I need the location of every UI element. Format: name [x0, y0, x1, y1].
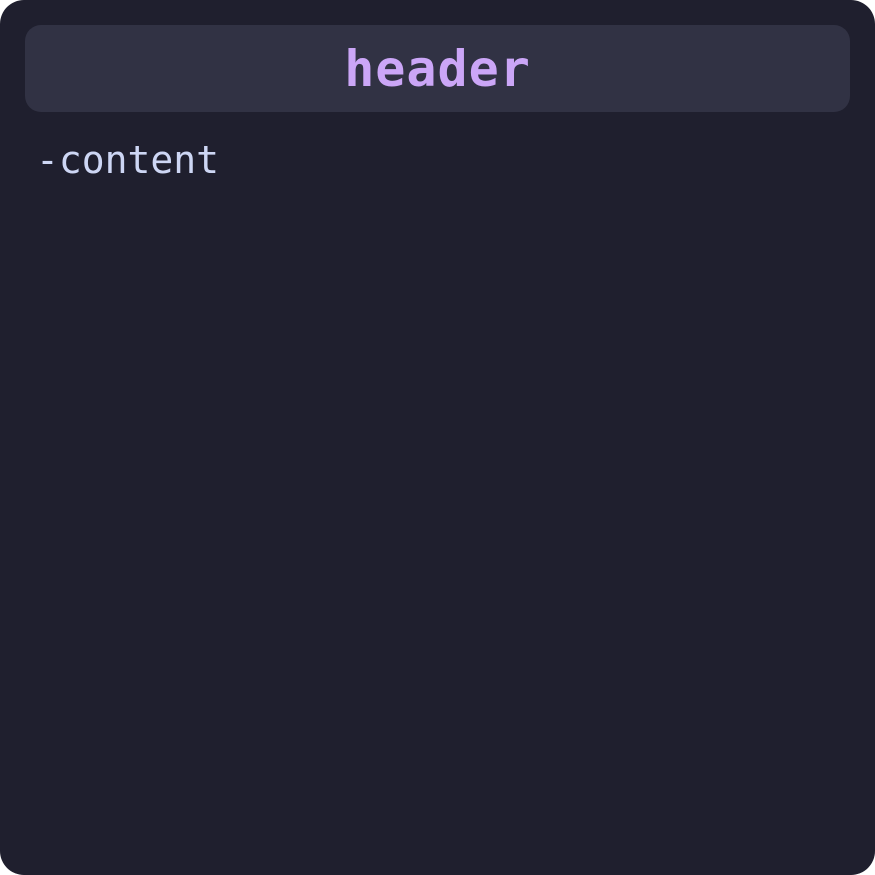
- content-line: -content: [36, 138, 220, 182]
- header-title: header: [344, 39, 531, 98]
- app-window: header -content: [0, 0, 875, 875]
- header-bar: header: [25, 25, 850, 112]
